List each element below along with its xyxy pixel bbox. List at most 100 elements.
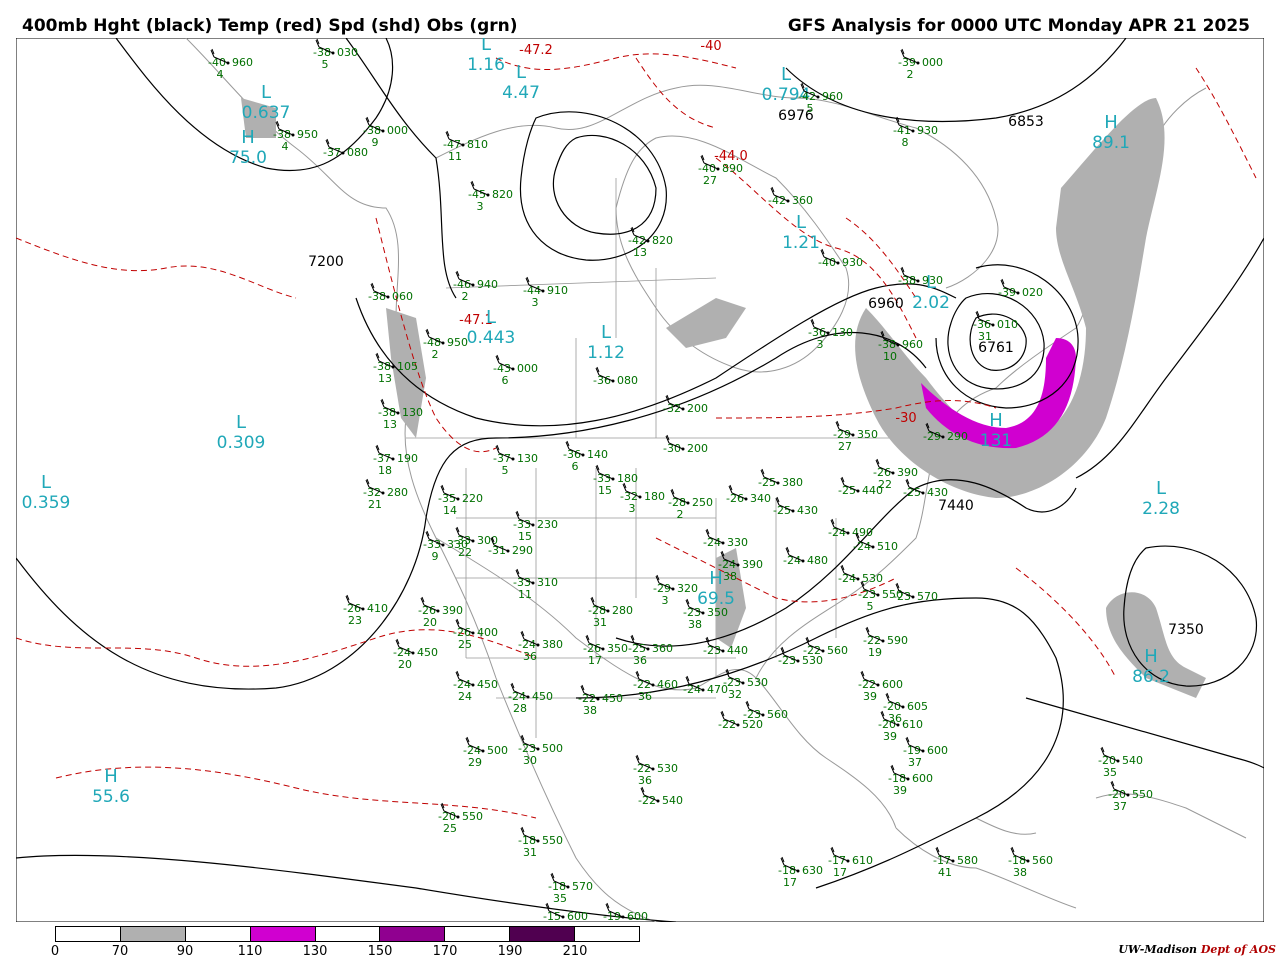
obs-dewpoint: 29 [468,756,482,769]
obs-height: 610 [852,854,873,867]
obs-dewpoint: 5 [502,464,509,477]
center-letter: H [104,766,118,787]
obs-height: 930 [842,256,863,269]
obs-height: 080 [347,146,368,159]
obs-dewpoint: 3 [662,594,669,607]
obs-height: 550 [462,810,483,823]
obs-dewpoint: 5 [867,600,874,613]
obs-height: 290 [512,544,533,557]
obs-dewpoint: 17 [588,654,602,667]
obs-height: 610 [902,718,923,731]
center-value: 1.16 [467,55,505,75]
center-letter: L [236,412,246,433]
obs-height: 600 [567,910,588,922]
obs-height: 530 [747,676,768,689]
legend-label: 210 [562,944,588,959]
obs-dewpoint: 37 [908,756,922,769]
obs-dewpoint: 4 [282,140,289,153]
obs-height: 290 [947,430,968,443]
obs-height: 280 [612,604,633,617]
legend-label: 70 [111,944,129,959]
chart-title-left: 400mb Hght (black) Temp (red) Spd (shd) … [22,16,518,36]
obs-dewpoint: 17 [783,876,797,889]
center-value: 1.21 [782,233,820,253]
obs-height: 250 [692,496,713,509]
legend-label: 0 [50,944,60,959]
legend-label: 190 [497,944,523,959]
center-letter: H [1144,646,1158,667]
obs-dewpoint: 17 [833,866,847,879]
obs-height: 080 [617,374,638,387]
obs-dewpoint: 31 [593,616,607,629]
obs-dewpoint: 36 [638,690,652,703]
obs-dewpoint: 9 [372,136,379,149]
obs-dewpoint: 13 [383,418,397,431]
legend-cell [510,927,576,941]
obs-height: 450 [417,646,438,659]
center-value: 0.309 [217,433,266,453]
center-letter: L [601,322,611,343]
obs-dewpoint: 36 [633,654,647,667]
obs-height: 950 [297,128,318,141]
obs-height: 940 [477,278,498,291]
obs-height: 890 [722,162,743,175]
obs-height: 950 [447,336,468,349]
legend-cell [185,927,251,941]
obs-height: 310 [537,576,558,589]
height-label: 7200 [308,254,344,270]
obs-dewpoint: 38 [1013,866,1027,879]
obs-height: 590 [887,634,908,647]
obs-dewpoint: 39 [893,784,907,797]
height-label: 6853 [1008,114,1044,130]
obs-height: 190 [397,452,418,465]
height-label: 6960 [868,296,904,312]
legend-label: 150 [367,944,393,959]
credit: UW-Madison Dept of AOS [1118,943,1276,956]
obs-dewpoint: 24 [458,690,472,703]
legend-label: 130 [302,944,328,959]
center-letter: L [516,62,526,83]
obs-height: 380 [542,638,563,651]
speed-legend-labels: 0 70 90 110 130 150 170 190 210 [0,944,700,960]
obs-height: 390 [742,558,763,571]
legend-label: 110 [237,944,263,959]
obs-height: 200 [687,402,708,415]
obs-dewpoint: 27 [838,440,852,453]
obs-dewpoint: 27 [703,174,717,187]
obs-dewpoint: 32 [728,688,742,701]
obs-height: 540 [1122,754,1143,767]
center-value: 0.359 [22,493,71,513]
center-value: 55.6 [92,787,130,807]
center-letter: H [709,568,723,589]
obs-dewpoint: 38 [688,618,702,631]
obs-dewpoint: 11 [448,150,462,163]
legend-cell [56,927,121,941]
legend-cell [445,927,511,941]
obs-height: 330 [727,536,748,549]
obs-dewpoint: 35 [1103,766,1117,779]
center-letter: L [481,38,491,55]
obs-height: 530 [657,762,678,775]
obs-height: 570 [917,590,938,603]
obs-height: 130 [517,452,538,465]
obs-height: 530 [862,572,883,585]
center-letter: L [486,307,496,328]
legend-label: 90 [176,944,194,959]
obs-dewpoint: 9 [432,550,439,563]
center-value: 89.1 [1092,133,1130,153]
obs-height: 360 [792,194,813,207]
obs-dewpoint: 2 [462,290,469,303]
center-value: 0.637 [242,103,291,123]
obs-height: 600 [627,910,648,922]
obs-height: 390 [442,604,463,617]
obs-height: 180 [644,490,665,503]
obs-dewpoint: 8 [902,136,909,149]
obs-dewpoint: 35 [553,892,567,905]
center-value: 4.47 [502,83,540,103]
obs-height: 440 [727,644,748,657]
obs-height: 510 [877,540,898,553]
obs-height: 320 [677,582,698,595]
obs-height: 410 [367,602,388,615]
obs-height: 560 [1032,854,1053,867]
obs-height: 960 [822,90,843,103]
